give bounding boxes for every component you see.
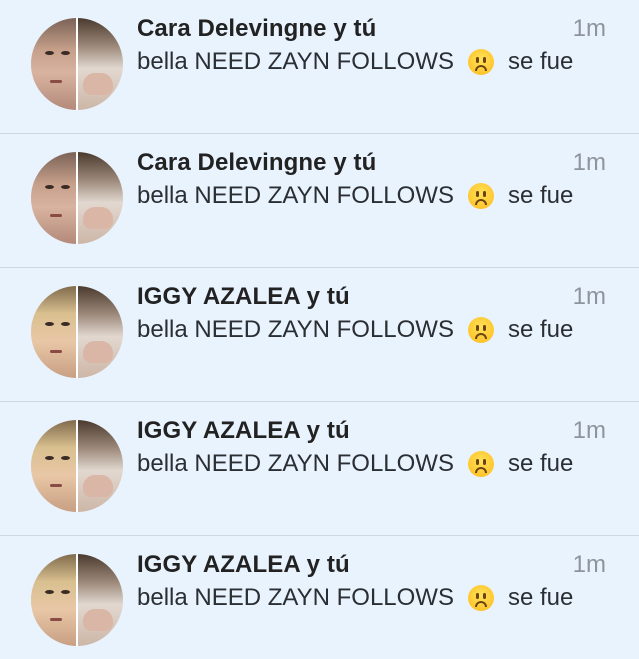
message-tail: se fue [507,182,574,209]
avatar-hand [83,207,113,229]
message-preview: bella NEED ZAYN FOLLOWS se fue [137,48,573,76]
notification-row[interactable]: IGGY AZALEA y tú 1m bella NEED ZAYN FOLL… [0,402,639,536]
notification-row[interactable]: Cara Delevingne y tú 1m bella NEED ZAYN … [0,134,639,268]
frowning-face-icon [467,49,494,75]
notification-list: Cara Delevingne y tú 1m bella NEED ZAYN … [0,0,639,659]
avatar-left-half [31,152,77,244]
avatar-left-half [31,554,77,646]
avatar-divider [76,152,78,244]
message-preview: bella NEED ZAYN FOLLOWS se fue [137,182,573,210]
avatar-hand [83,475,113,497]
avatar-eye [45,185,54,189]
avatar-mouth [50,484,62,487]
avatar-hand [83,73,113,95]
frowning-face-icon [467,183,494,209]
message-tail: se fue [507,450,574,477]
avatar-divider [76,420,78,512]
avatar-left-half [31,420,77,512]
avatar-eye [45,590,54,594]
group-avatar [31,18,123,110]
message-text: bella NEED ZAYN FOLLOWS [137,450,454,477]
avatar-mouth [50,618,62,621]
message-text: bella NEED ZAYN FOLLOWS [137,584,454,611]
message-preview: bella NEED ZAYN FOLLOWS se fue [137,450,573,478]
avatar-right-half [77,152,123,244]
avatar-left-half [31,18,77,110]
avatar-eye [61,590,70,594]
message-tail: se fue [507,316,574,343]
avatar-hand [83,609,113,631]
avatar-eye [45,51,54,55]
timestamp: 1m [572,283,606,310]
frowning-face-icon [467,451,494,477]
avatar-right-half [77,286,123,378]
message-text: bella NEED ZAYN FOLLOWS [137,182,454,209]
group-avatar [31,286,123,378]
avatar-right-half [77,554,123,646]
notification-row[interactable]: Cara Delevingne y tú 1m bella NEED ZAYN … [0,0,639,134]
avatar-mouth [50,80,62,83]
avatar-eye [61,456,70,460]
sender-name: Cara Delevingne y tú [137,149,377,176]
sender-name: IGGY AZALEA y tú [137,283,350,310]
avatar-right-half [77,420,123,512]
group-avatar [31,420,123,512]
avatar-eye [61,322,70,326]
avatar-divider [76,18,78,110]
message-text: bella NEED ZAYN FOLLOWS [137,48,454,75]
avatar-eye [61,51,70,55]
group-avatar [31,554,123,646]
avatar-eye [45,322,54,326]
avatar-eye [45,456,54,460]
message-text: bella NEED ZAYN FOLLOWS [137,316,454,343]
avatar-divider [76,286,78,378]
sender-name: Cara Delevingne y tú [137,15,377,42]
avatar-divider [76,554,78,646]
avatar-hand [83,341,113,363]
notification-row[interactable]: IGGY AZALEA y tú 1m bella NEED ZAYN FOLL… [0,536,639,659]
timestamp: 1m [572,149,606,176]
message-tail: se fue [507,584,574,611]
avatar-mouth [50,350,62,353]
avatar-left-half [31,286,77,378]
avatar-mouth [50,214,62,217]
timestamp: 1m [572,417,606,444]
avatar-right-half [77,18,123,110]
message-tail: se fue [507,48,574,75]
timestamp: 1m [572,15,606,42]
notification-row[interactable]: IGGY AZALEA y tú 1m bella NEED ZAYN FOLL… [0,268,639,402]
group-avatar [31,152,123,244]
frowning-face-icon [467,317,494,343]
message-preview: bella NEED ZAYN FOLLOWS se fue [137,584,573,612]
message-preview: bella NEED ZAYN FOLLOWS se fue [137,316,573,344]
timestamp: 1m [572,551,606,578]
sender-name: IGGY AZALEA y tú [137,417,350,444]
avatar-eye [61,185,70,189]
sender-name: IGGY AZALEA y tú [137,551,350,578]
frowning-face-icon [467,585,494,611]
